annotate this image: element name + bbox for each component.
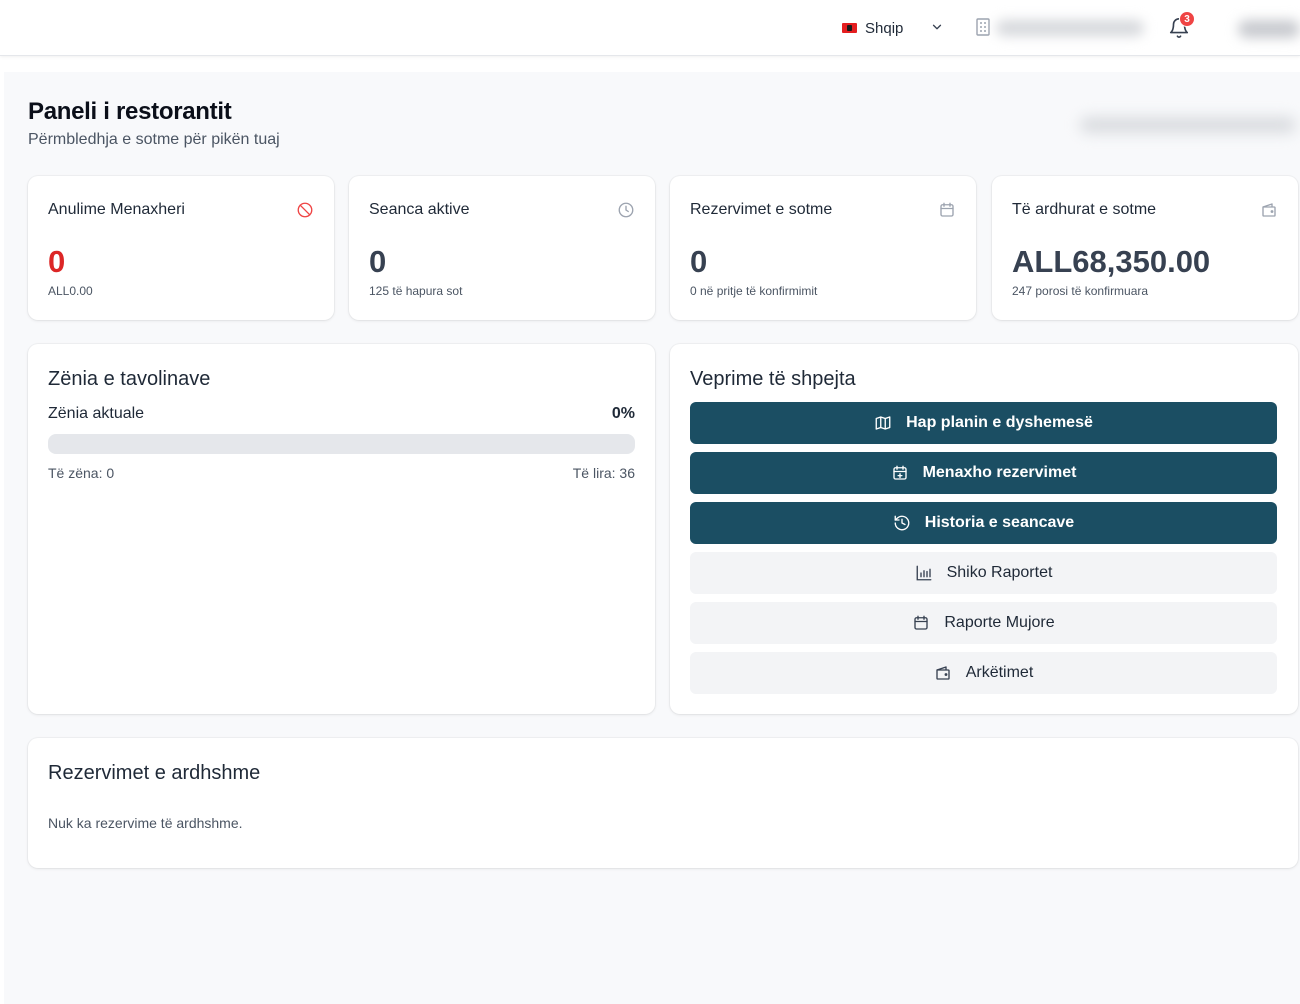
stat-title: Rezervimet e sotme xyxy=(690,201,833,218)
albania-flag-icon xyxy=(842,23,857,33)
empty-state-text: Nuk ka rezervime të ardhshme. xyxy=(48,815,243,831)
stat-value: ALL68,350.00 xyxy=(1012,244,1211,279)
ban-icon xyxy=(297,202,313,218)
quick-actions-card: Veprime të shpejta Hap planin e dyshemes… xyxy=(670,344,1298,714)
stat-subtext: 247 porosi të konfirmuara xyxy=(1012,284,1149,298)
monthly-reports-button[interactable]: Raporte Mujore xyxy=(690,602,1277,644)
button-label: Arkëtimet xyxy=(965,664,1034,681)
bar-chart-icon xyxy=(916,565,932,581)
manage-reservations-button[interactable]: Menaxho rezervimet xyxy=(690,452,1277,494)
upcoming-reservations-card: Rezervimet e ardhshme Nuk ka rezervime t… xyxy=(28,738,1298,868)
occupied-count: Të zëna: 0 xyxy=(48,465,115,481)
stat-title: Anulime Menaxheri xyxy=(48,201,185,218)
stat-value: 0 xyxy=(369,244,387,279)
stat-card-manager-cancellations: Anulime Menaxheri 0 ALL0.00 xyxy=(28,176,334,320)
open-floor-plan-button[interactable]: Hap planin e dyshemesë xyxy=(690,402,1277,444)
button-label: Shiko Raportet xyxy=(946,564,1053,581)
occupancy-progress-bar xyxy=(48,434,635,454)
stat-card-todays-revenue: Të ardhurat e sotme ALL68,350.00 247 por… xyxy=(992,176,1298,320)
section-title: Zënia e tavolinave xyxy=(48,368,211,390)
calendar-icon xyxy=(914,615,929,630)
stat-card-todays-reservations: Rezervimet e sotme 0 0 në pritje të konf… xyxy=(670,176,976,320)
button-label: Hap planin e dyshemesë xyxy=(906,414,1093,431)
calendar-plus-icon xyxy=(892,465,907,480)
button-label: Menaxho rezervimet xyxy=(922,464,1077,481)
page-title: Paneli i restorantit xyxy=(28,98,232,125)
top-bar: Shqip 3 xyxy=(0,0,1300,56)
language-selector[interactable]: Shqip xyxy=(842,16,903,40)
button-label: Raporte Mujore xyxy=(944,614,1055,631)
occupancy-label: Zënia aktuale xyxy=(48,405,145,422)
user-menu-redacted[interactable] xyxy=(1238,20,1300,38)
wallet-icon xyxy=(1262,203,1276,217)
organization-name-redacted[interactable] xyxy=(996,20,1144,36)
session-history-button[interactable]: Historia e seancave xyxy=(690,502,1277,544)
section-title: Veprime të shpejta xyxy=(690,368,856,390)
stat-value: 0 xyxy=(48,244,66,279)
stat-subtext: 125 të hapura sot xyxy=(369,284,463,298)
button-label: Historia e seancave xyxy=(924,514,1075,531)
wallet-icon xyxy=(936,666,950,680)
language-label: Shqip xyxy=(865,19,904,37)
stat-title: Seanca aktive xyxy=(369,201,470,218)
stat-subtext: ALL0.00 xyxy=(48,284,93,298)
stat-title: Të ardhurat e sotme xyxy=(1012,201,1157,218)
stat-card-active-sessions: Seanca aktive 0 125 të hapura sot xyxy=(349,176,655,320)
occupancy-percent: 0% xyxy=(611,405,635,422)
stat-subtext: 0 në pritje të konfirmimit xyxy=(690,284,818,298)
section-title: Rezervimet e ardhshme xyxy=(48,762,261,784)
chevron-down-icon[interactable] xyxy=(930,20,944,34)
stat-value: 0 xyxy=(690,244,708,279)
redacted-info xyxy=(1080,117,1296,133)
free-count: Të lira: 36 xyxy=(572,465,635,481)
building-icon xyxy=(976,18,990,36)
view-reports-button[interactable]: Shiko Raportet xyxy=(690,552,1277,594)
occupancy-card: Zënia e tavolinave Zënia aktuale 0% Të z… xyxy=(28,344,655,714)
notification-badge: 3 xyxy=(1179,11,1195,27)
clock-icon xyxy=(618,202,634,218)
history-icon xyxy=(894,515,910,531)
collections-button[interactable]: Arkëtimet xyxy=(690,652,1277,694)
map-icon xyxy=(875,416,891,430)
page-subtitle: Përmbledhja e sotme për pikën tuaj xyxy=(28,131,280,148)
calendar-icon xyxy=(940,202,954,217)
